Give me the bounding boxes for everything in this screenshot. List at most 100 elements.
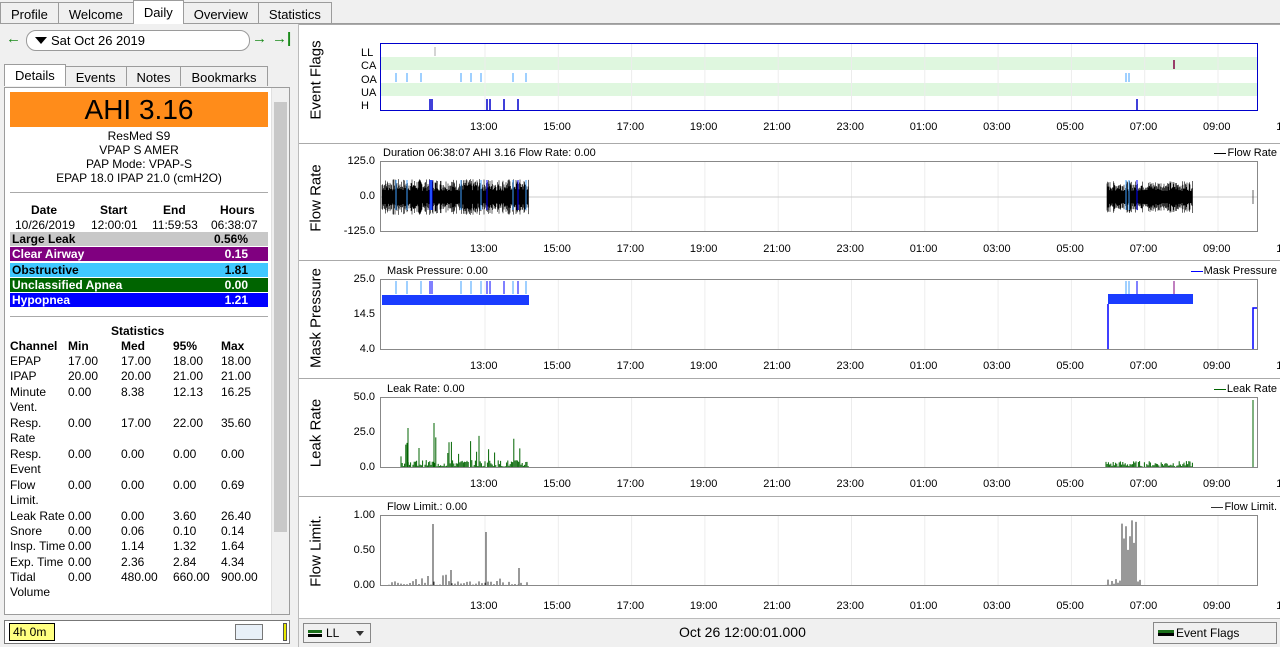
details-panel: AHI 3.16 ResMed S9 VPAP S AMER PAP Mode:… [4, 87, 290, 615]
stats-cell-name-cont: Volume [10, 584, 51, 599]
stats-cell-p95: 22.00 [173, 415, 204, 430]
splitter-handle[interactable] [283, 623, 287, 641]
event-index-label: Large Leak [12, 232, 76, 246]
stats-cell-max: 4.34 [221, 554, 245, 569]
statistics-title: Statistics [111, 324, 165, 338]
duration-bar: 4h 0m [4, 620, 290, 644]
stats-cell-med: 0.00 [121, 508, 145, 523]
x-tick-label: 21:00 [763, 121, 791, 133]
event-index-value: 1.81 [224, 262, 248, 277]
cursor-time: Oct 26 12:00:01.000 [679, 624, 806, 640]
back-arrow-icon[interactable]: ← [6, 30, 21, 47]
line-swatch-icon [308, 630, 322, 637]
event-index-row: Obstructive 1.81 [10, 262, 268, 277]
event-index-row: Unclassified Apnea 0.00 [10, 277, 268, 292]
flow-rate-plot[interactable] [380, 161, 1258, 232]
stats-cell-med: 8.38 [121, 384, 145, 399]
x-tick-label: 23:00 [836, 360, 865, 372]
device-variant: VPAP S AMER [99, 143, 179, 157]
stats-cell-p95: 2.84 [173, 554, 197, 569]
stats-cell-max: 0.00 [221, 446, 245, 461]
y-tick-label: -125.0 [343, 225, 375, 237]
combo-value: LL [326, 626, 340, 640]
leak-rate-plot[interactable] [380, 397, 1258, 468]
stats-cell-p95: 660.00 [173, 569, 210, 584]
zoom-button[interactable] [235, 624, 263, 640]
stats-cell-p95: 1.32 [173, 539, 197, 554]
x-tick-label: 13:00 [470, 243, 498, 255]
event-flags-svg [381, 44, 1257, 110]
stats-cell-name: Minute [10, 384, 47, 399]
pressure-band [1108, 294, 1193, 304]
flag-row-band [381, 57, 1257, 70]
tab-daily[interactable]: Daily [132, 0, 184, 24]
x-tick-label: 19:00 [689, 478, 718, 490]
x-tick-label: 07:00 [1129, 360, 1158, 372]
x-tick-label: 17:00 [616, 360, 645, 372]
event-index-value: 1.21 [224, 293, 248, 308]
panel-header: Flow Limit.: 0.00 [387, 501, 468, 513]
flow-limit-series [388, 520, 1141, 585]
duration-box[interactable]: 4h 0m [9, 623, 55, 641]
session-date: 10/26/2019 [15, 218, 76, 232]
session-end: 11:59:53 [152, 218, 198, 232]
event-type-combo[interactable]: LL [303, 623, 371, 643]
tab-profile[interactable]: Profile [0, 2, 59, 24]
x-tick-label: 23:00 [836, 600, 865, 612]
flow-limit-panel: Flow Limit. Flow Limit.: 0.00 Flow Limit… [299, 496, 1280, 618]
stats-cell-name-cont: Vent. [10, 399, 38, 414]
event-flag-label: CA [361, 60, 377, 73]
x-tick-label: 19:00 [689, 243, 718, 255]
y-tick-label: 0.00 [353, 579, 375, 591]
detail-tab-bar: Details Events Notes Bookmarks [4, 64, 268, 86]
date-picker[interactable]: Sat Oct 26 2019 [26, 30, 250, 51]
tab-events[interactable]: Events [64, 66, 127, 86]
x-tick-label: 05:00 [1056, 243, 1084, 255]
stats-cell-max: 0.14 [221, 523, 245, 538]
tab-details[interactable]: Details [4, 64, 66, 86]
stats-cell-min: 0.00 [68, 446, 92, 461]
y-tick-label: 125.0 [347, 155, 375, 167]
dropdown-triangle-icon [35, 37, 47, 44]
x-tick-label: 11:00 [1276, 243, 1280, 255]
x-tick-label: 03:00 [983, 600, 1011, 612]
x-tick-label: 07:00 [1129, 600, 1158, 612]
left-pane: ← Sat Oct 26 2019 → →| Details Events No… [0, 24, 296, 647]
x-tick-label: 21:00 [763, 360, 791, 372]
graph-select-button[interactable]: Event Flags [1153, 622, 1277, 644]
tab-notes[interactable]: Notes [125, 66, 182, 86]
panel-title: Event Flags [307, 40, 325, 120]
flow-limit-svg [388, 516, 1219, 585]
stats-cell-max: 0.69 [221, 477, 245, 492]
stats-cell-max: 16.25 [221, 384, 252, 399]
panel-title: Mask Pressure [307, 267, 325, 369]
flow-limit-plot[interactable] [380, 515, 1258, 586]
x-tick-label: 11:00 [1276, 600, 1280, 612]
x-tick-label: 13:00 [470, 121, 498, 133]
scrollbar-thumb[interactable] [274, 102, 287, 532]
stats-cell-name-cont: Event [10, 461, 41, 476]
mask-pressure-plot[interactable] [380, 279, 1258, 350]
mask-pressure-panel: Mask Pressure Mask Pressure: 0.00 Mask P… [299, 260, 1280, 378]
forward-arrow-icon[interactable]: → [252, 30, 267, 47]
y-tick-label: 0.0 [359, 190, 375, 202]
tab-statistics[interactable]: Statistics [257, 2, 332, 24]
x-tick-label: 17:00 [616, 478, 645, 490]
x-tick-label: 21:00 [763, 600, 791, 612]
x-tick-label: 19:00 [689, 121, 718, 133]
stats-cell-max: 35.60 [221, 415, 252, 430]
date-picker-value: Sat Oct 26 2019 [51, 33, 145, 48]
y-tick-label: 4.0 [359, 343, 375, 355]
tab-overview[interactable]: Overview [182, 2, 259, 24]
tab-bookmarks[interactable]: Bookmarks [180, 66, 268, 86]
x-tick-label: 13:00 [470, 600, 498, 612]
event-index-label: Obstructive [12, 262, 79, 277]
stats-cell-name: Snore [10, 523, 43, 538]
panel-header: Duration 06:38:07 AHI 3.16 Flow Rate: 0.… [383, 147, 596, 159]
panel-title: Leak Rate [307, 398, 325, 468]
tab-welcome[interactable]: Welcome [57, 2, 134, 24]
jump-to-end-icon[interactable]: →| [272, 30, 291, 47]
stats-cell-name-cont: Limit. [10, 492, 39, 507]
details-scrollbar[interactable] [271, 88, 289, 614]
event-flags-plot[interactable] [380, 43, 1258, 111]
